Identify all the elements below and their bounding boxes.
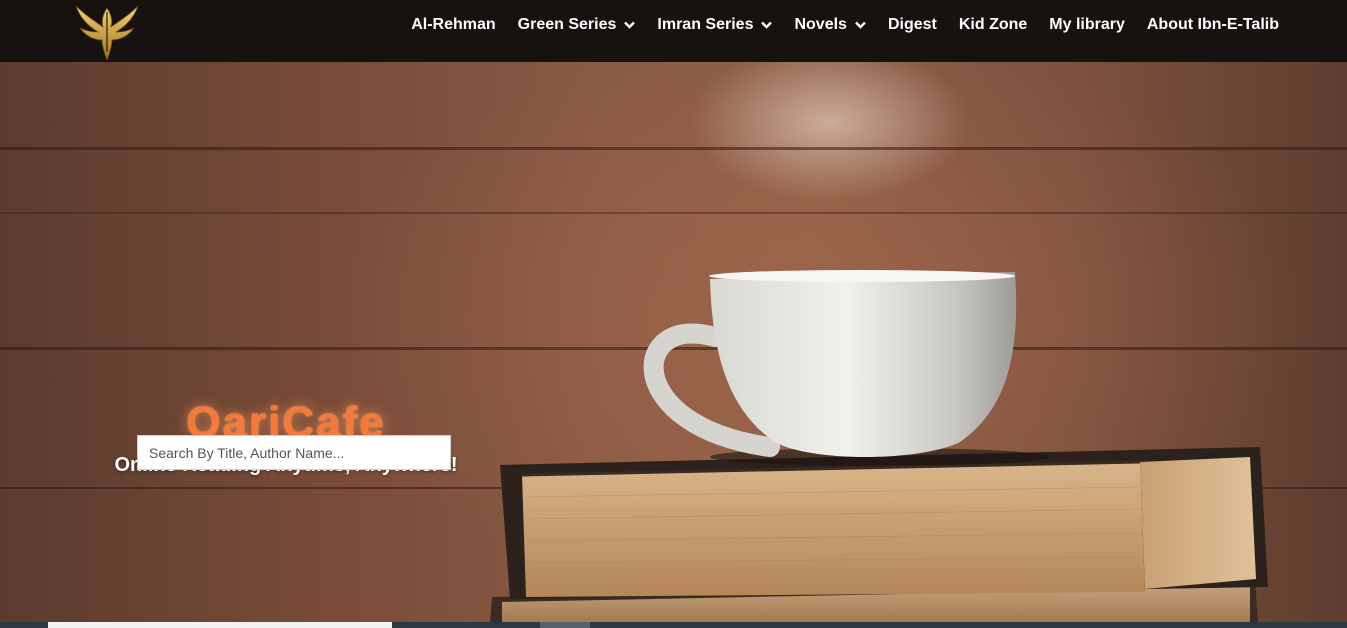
nav-al-rehman[interactable]: Al-Rehman (411, 16, 495, 34)
bottom-strip-segment (540, 622, 590, 628)
nav-label: Digest (887, 16, 937, 33)
nav-label: Novels (794, 16, 847, 33)
chevron-down-icon (855, 21, 866, 29)
search-input[interactable] (137, 435, 451, 470)
hero-banner: QariCafe Online Reading Anytime, Anywher… (0, 62, 1347, 624)
nav-imran-series[interactable]: Imran Series (657, 16, 773, 34)
chevron-down-icon (761, 21, 773, 29)
nav-label: Kid Zone (958, 16, 1028, 33)
nav-label: Al-Rehman (411, 16, 496, 33)
bottom-strip (0, 622, 1347, 628)
main-nav: Al-Rehman Green Series Imran Series Nove… (389, 0, 1279, 50)
nav-label: About Ibn-E-Talib (1146, 16, 1279, 33)
nav-my-library[interactable]: My library (1049, 16, 1125, 34)
nav-kid-zone[interactable]: Kid Zone (959, 16, 1027, 34)
chevron-down-icon (624, 21, 636, 29)
nav-about[interactable]: About Ibn-E-Talib (1147, 16, 1279, 34)
nav-label: Imran Series (657, 16, 754, 33)
bottom-strip-segment (48, 622, 392, 628)
nav-label: Green Series (517, 16, 617, 33)
site-header: Al-Rehman Green Series Imran Series Nove… (0, 0, 1347, 62)
wood-plank-line (0, 212, 1347, 214)
nav-novels[interactable]: Novels (794, 16, 866, 34)
nav-green-series[interactable]: Green Series (518, 16, 636, 34)
nav-label: My library (1049, 16, 1125, 33)
nav-digest[interactable]: Digest (888, 16, 937, 34)
wood-plank-line (0, 147, 1347, 150)
phoenix-logo-icon[interactable] (72, 0, 142, 62)
coffee-cup-books-image (490, 270, 1268, 624)
